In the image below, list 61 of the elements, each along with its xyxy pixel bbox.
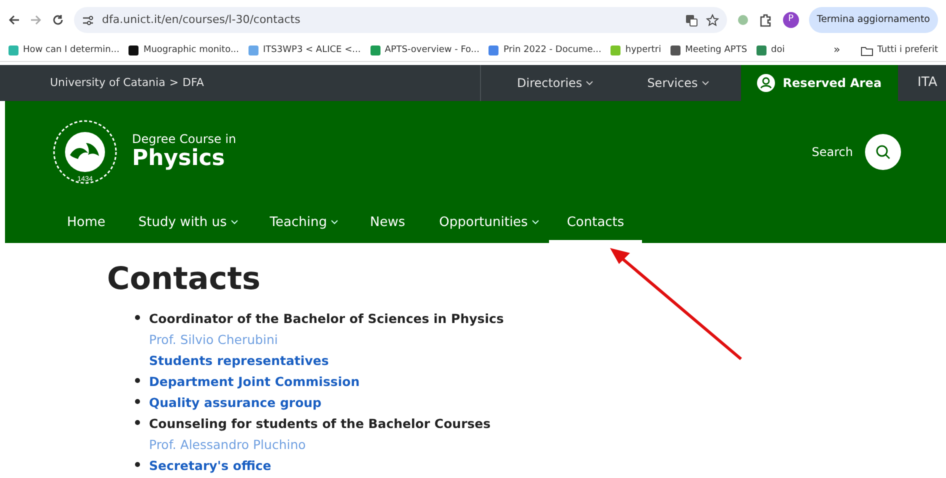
star-icon[interactable] — [706, 14, 719, 26]
translate-icon[interactable] — [684, 14, 698, 26]
breadcrumb-link[interactable]: University of Catania — [50, 74, 166, 92]
dropdown-menu-link[interactable]: Services — [611, 65, 727, 101]
page-heading: Contacts — [107, 261, 262, 298]
dropdown-menu-link[interactable]: Directories — [481, 65, 612, 101]
site-subtitle: Degree Course in — [132, 133, 236, 146]
contact-link[interactable]: Secretary's office — [149, 455, 272, 476]
profile-avatar[interactable]: P — [782, 12, 799, 28]
search-label: Search — [812, 144, 853, 161]
status-dot-icon — [736, 14, 749, 26]
search-button[interactable] — [865, 134, 901, 170]
nav-tab[interactable]: News — [370, 212, 406, 243]
bookmark-icon — [248, 45, 260, 56]
bookmark-icon — [670, 45, 682, 56]
bookmark[interactable]: Muographic monito... — [128, 44, 240, 58]
bookmark-icon — [488, 45, 500, 56]
contact-link[interactable]: Department Joint Commission — [149, 371, 360, 392]
nav-tab[interactable]: Study with us — [138, 212, 238, 243]
reserved-area-button[interactable]: Reserved Area — [740, 65, 898, 101]
bookmark[interactable]: ITS3WP3 < ALICE <... — [248, 44, 361, 58]
caret-icon — [330, 220, 338, 225]
bookmark[interactable]: Meeting APTS — [670, 44, 748, 58]
url-text: dfa.unict.it/en/courses/l-30/contacts — [102, 12, 302, 28]
language-button[interactable]: ITA — [898, 73, 938, 93]
address-bar[interactable]: dfa.unict.it/en/courses/l-30/contacts — [74, 7, 727, 33]
nav-tab[interactable]: Teaching — [270, 212, 338, 243]
bookmark[interactable]: doi — [756, 44, 785, 58]
caret-icon — [230, 220, 238, 225]
contact-heading: Coordinator of the Bachelor of Sciences in Physics — [149, 310, 504, 328]
caret-icon — [702, 80, 709, 86]
user-icon — [756, 74, 775, 92]
bookmark[interactable]: How can I determin... — [8, 44, 120, 58]
update-button[interactable]: Termina aggiornamento — [808, 7, 938, 33]
site-title[interactable]: Physics — [132, 146, 236, 171]
back-icon[interactable] — [8, 14, 20, 26]
bookmark[interactable]: hypertri — [610, 44, 662, 58]
bookmark[interactable]: Prin 2022 - Docume... — [488, 44, 602, 58]
caret-icon — [586, 80, 594, 86]
contact-link[interactable]: Quality assurance group — [149, 392, 322, 414]
extensions-icon[interactable] — [758, 13, 773, 27]
bookmark-icon — [610, 45, 622, 56]
bookmark-icon — [756, 45, 768, 56]
search-icon — [875, 144, 891, 160]
bookmark-icon — [128, 45, 140, 56]
more-bookmarks-button[interactable]: » — [833, 42, 840, 59]
bookmarks-folder[interactable]: Tutti i preferit — [861, 44, 938, 58]
site-settings-icon[interactable] — [82, 14, 94, 26]
bookmark-icon — [370, 45, 381, 56]
nav-tab[interactable]: Opportunities — [439, 212, 539, 243]
bookmark[interactable]: APTS-overview - Fo... — [370, 44, 480, 58]
nav-tab[interactable]: Contacts — [548, 212, 642, 243]
reload-icon[interactable] — [52, 14, 64, 26]
folder-icon — [861, 46, 874, 56]
bookmark-icon — [8, 45, 19, 56]
caret-icon — [532, 220, 539, 225]
breadcrumb-separator: > — [169, 74, 179, 91]
contact-link[interactable]: Students representatives — [149, 350, 329, 372]
contact-heading: Counseling for students of the Bachelor Courses — [149, 415, 491, 434]
breadcrumb-link[interactable]: DFA — [182, 74, 204, 92]
nav-tab[interactable]: Home — [67, 212, 106, 243]
